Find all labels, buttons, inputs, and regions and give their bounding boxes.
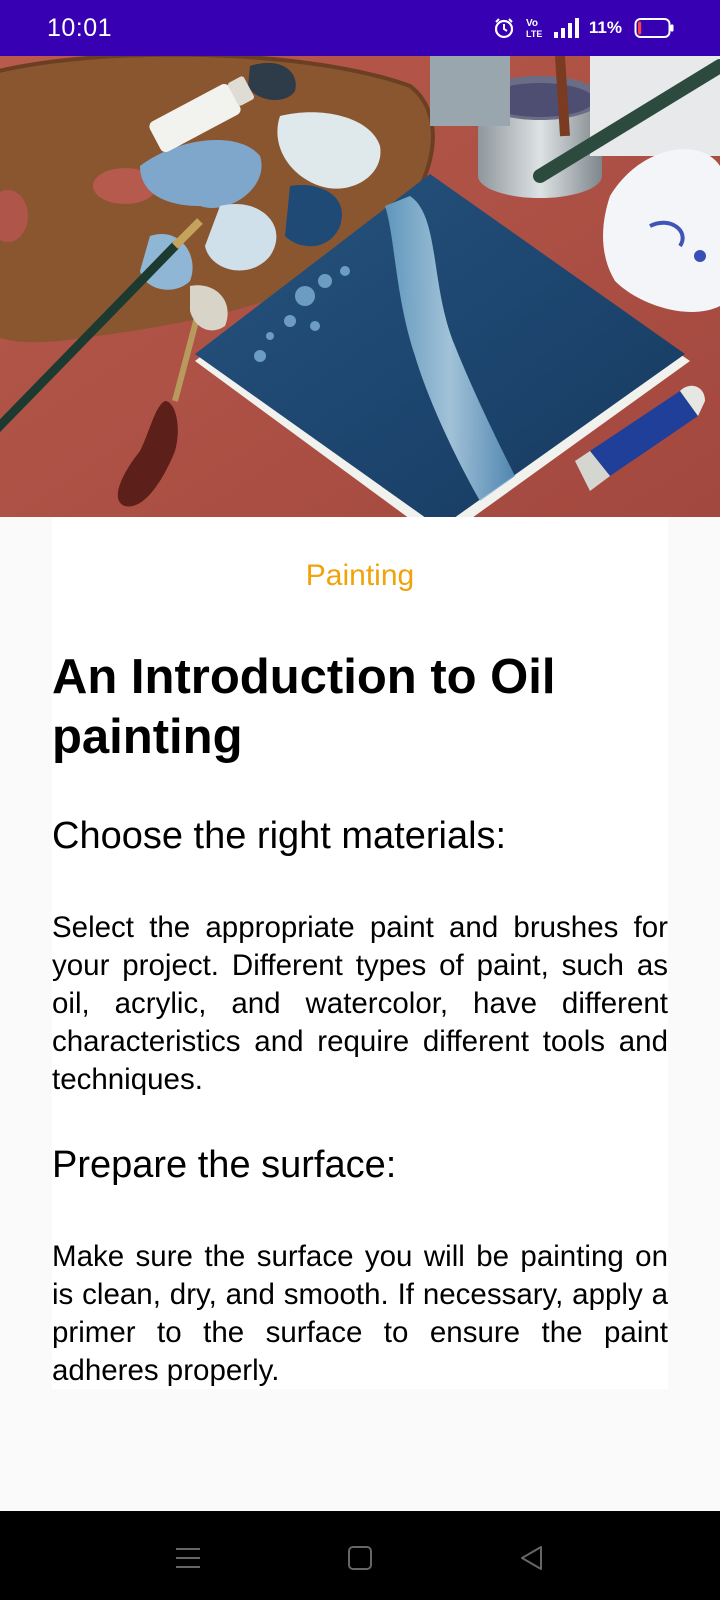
article-card: Painting An Introduction to Oil painting… xyxy=(52,517,668,1389)
article-title: An Introduction to Oil painting xyxy=(52,650,556,764)
hero-image xyxy=(0,56,720,517)
menu-icon xyxy=(176,1548,200,1568)
section-heading: Prepare the surface: xyxy=(52,1144,397,1186)
status-icons: Vo LTE 11% xyxy=(493,17,674,39)
battery-percent: 11% xyxy=(588,18,622,37)
signal-icon xyxy=(553,17,579,39)
volte-icon: Vo LTE xyxy=(525,17,543,39)
svg-text:Vo: Vo xyxy=(526,18,538,29)
home-button[interactable] xyxy=(335,1533,385,1583)
nav-bar xyxy=(0,1511,720,1600)
section-body: Select the appropriate paint and brushes… xyxy=(52,911,668,1096)
status-bar: 10:01 Vo LTE 11% xyxy=(0,0,720,56)
article-category: Painting xyxy=(305,559,415,592)
home-icon xyxy=(348,1546,372,1570)
section-heading: Choose the right materials: xyxy=(52,815,507,857)
back-icon xyxy=(521,1546,542,1570)
alarm-icon xyxy=(493,17,515,39)
status-time: 10:01 xyxy=(47,13,113,42)
back-button[interactable] xyxy=(507,1533,557,1583)
battery-icon xyxy=(634,17,674,39)
section-body: Make sure the surface you will be painti… xyxy=(52,1240,668,1387)
menu-button[interactable] xyxy=(163,1533,213,1583)
svg-text:LTE: LTE xyxy=(526,29,542,39)
